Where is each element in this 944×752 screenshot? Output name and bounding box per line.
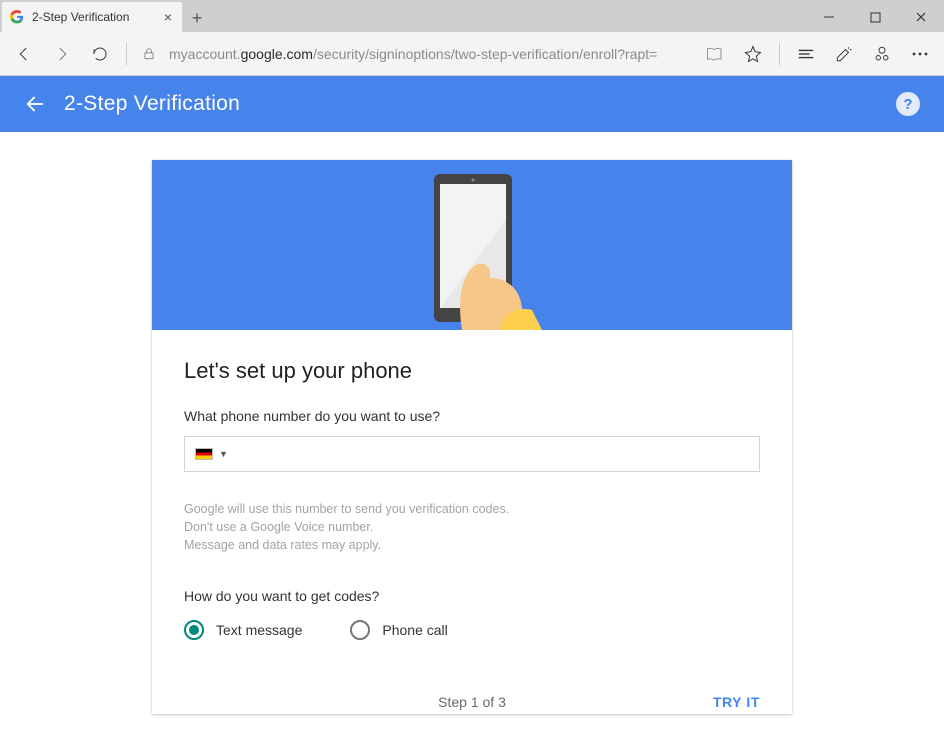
browser-toolbar: myaccount.google.com/security/signinopti…: [0, 32, 944, 76]
phone-hint-text: Google will use this number to send you …: [184, 500, 760, 554]
codes-question-label: How do you want to get codes?: [184, 588, 760, 604]
tab-favicon: [10, 10, 24, 24]
step-indicator: Step 1 of 3: [438, 694, 506, 710]
flag-germany-icon: [195, 448, 213, 460]
radio-label: Text message: [216, 622, 302, 638]
help-icon[interactable]: ?: [896, 92, 920, 116]
nav-forward-button[interactable]: [44, 36, 80, 72]
lock-icon: [135, 36, 163, 72]
card-footer: Step 1 of 3 TRY IT: [152, 676, 792, 714]
address-bar[interactable]: myaccount.google.com/security/signinopti…: [165, 36, 695, 72]
hint-line: Message and data rates may apply.: [184, 536, 760, 554]
card-body: Let's set up your phone What phone numbe…: [152, 330, 792, 676]
setup-card: Let's set up your phone What phone numbe…: [152, 160, 792, 714]
hero-illustration: [152, 160, 792, 330]
code-delivery-radio-group: Text message Phone call: [184, 620, 760, 640]
app-header: 2-Step Verification ?: [0, 76, 944, 132]
toolbar-separator: [779, 43, 780, 65]
heading: Let's set up your phone: [184, 358, 760, 384]
radio-text-message[interactable]: Text message: [184, 620, 302, 640]
try-it-button[interactable]: TRY IT: [713, 694, 760, 710]
phone-question-label: What phone number do you want to use?: [184, 408, 760, 424]
browser-window: 2-Step Verification × +: [0, 0, 944, 76]
tab-title: 2-Step Verification: [32, 10, 129, 24]
radio-phone-call[interactable]: Phone call: [350, 620, 447, 640]
notes-icon[interactable]: [826, 36, 862, 72]
radio-label: Phone call: [382, 622, 447, 638]
tab-strip: 2-Step Verification × +: [0, 0, 944, 32]
tab-close-icon[interactable]: ×: [164, 9, 172, 25]
reading-view-icon[interactable]: [697, 36, 733, 72]
window-controls: [806, 2, 944, 32]
more-icon[interactable]: [902, 36, 938, 72]
radio-checked-icon: [184, 620, 204, 640]
hub-icon[interactable]: [788, 36, 824, 72]
favorite-star-icon[interactable]: [735, 36, 771, 72]
browser-tab-active[interactable]: 2-Step Verification ×: [2, 2, 182, 32]
window-close-button[interactable]: [898, 2, 944, 32]
hint-line: Google will use this number to send you …: [184, 500, 760, 518]
window-maximize-button[interactable]: [852, 2, 898, 32]
toolbar-separator: [126, 43, 127, 65]
phone-number-field[interactable]: [238, 437, 759, 471]
share-icon[interactable]: [864, 36, 900, 72]
country-code-picker[interactable]: ▼: [185, 437, 238, 471]
phone-input-group: ▼: [184, 436, 760, 472]
nav-back-button[interactable]: [6, 36, 42, 72]
url-domain: google.com: [241, 46, 313, 62]
page-title: 2-Step Verification: [64, 92, 240, 116]
toolbar-right: [697, 36, 938, 72]
nav-refresh-button[interactable]: [82, 36, 118, 72]
hint-line: Don't use a Google Voice number.: [184, 518, 760, 536]
content-area: Let's set up your phone What phone numbe…: [0, 132, 944, 714]
url-path: /security/signinoptions/two-step-verific…: [313, 46, 657, 62]
chevron-down-icon: ▼: [219, 449, 228, 459]
window-minimize-button[interactable]: [806, 2, 852, 32]
header-back-arrow-icon[interactable]: [24, 93, 46, 115]
new-tab-button[interactable]: +: [182, 4, 212, 32]
url-prefix: myaccount.: [169, 46, 241, 62]
radio-unchecked-icon: [350, 620, 370, 640]
